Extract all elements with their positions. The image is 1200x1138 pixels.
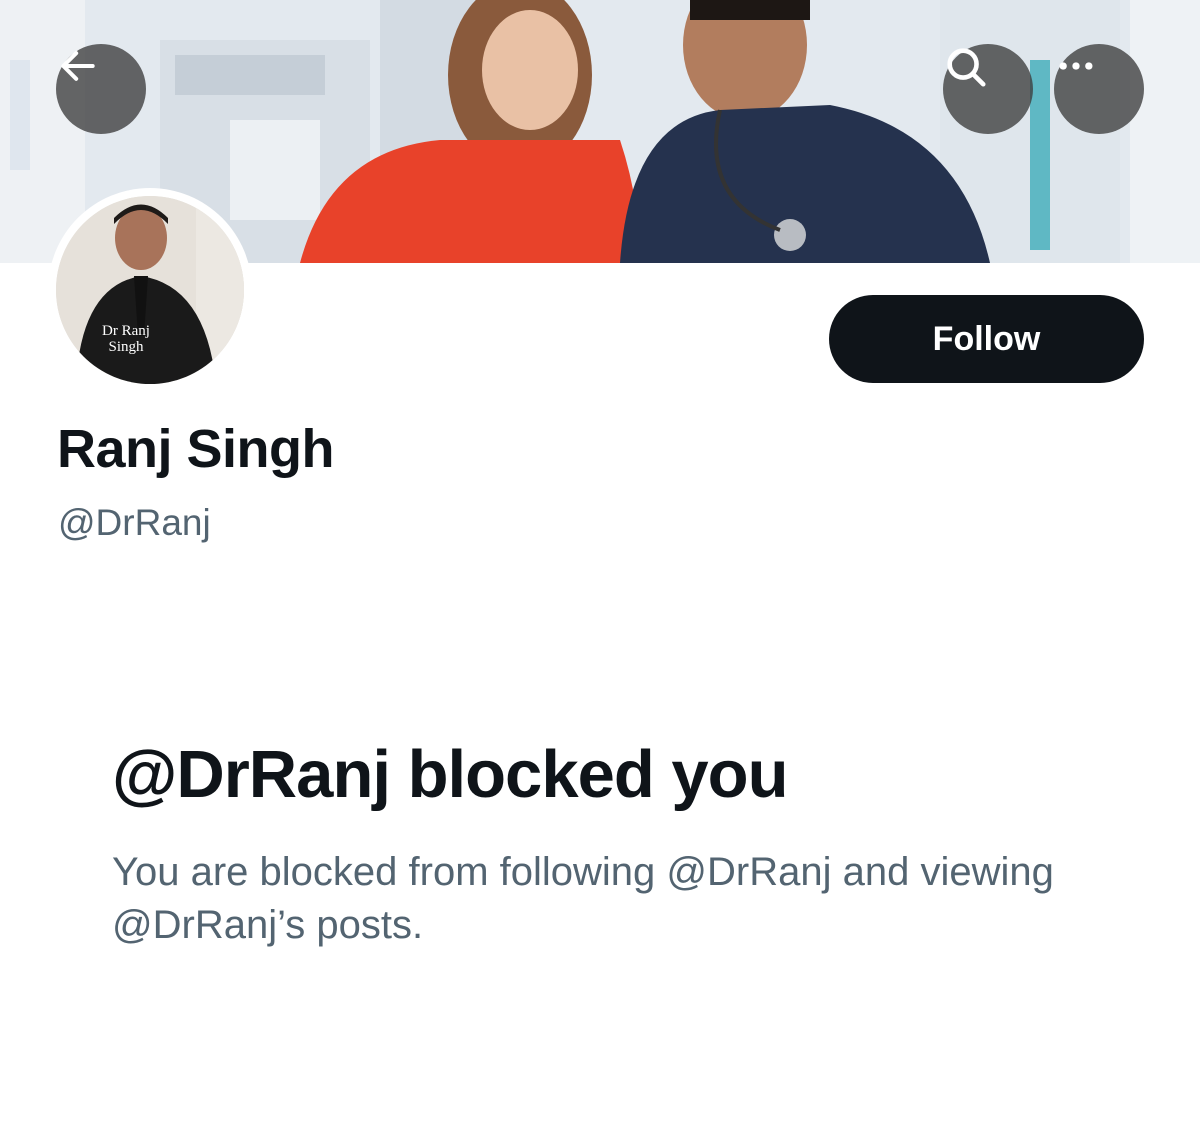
search-button[interactable] <box>943 44 1033 134</box>
more-button[interactable] <box>1054 44 1144 134</box>
avatar-book-title-line1: Dr Ranj <box>102 323 150 339</box>
blocked-description: You are blocked from following @DrRanj a… <box>112 850 1054 947</box>
avatar-book-title-line2: Singh <box>108 339 144 355</box>
more-horizontal-icon <box>1059 62 1093 70</box>
follow-button[interactable]: Follow <box>829 295 1144 383</box>
blocked-title: @DrRanj blocked you <box>112 737 789 812</box>
avatar-photo <box>56 196 244 384</box>
avatar-image: Dr Ranj Singh <box>56 196 244 384</box>
profile-display-name: Ranj Singh <box>57 419 335 479</box>
profile-handle: @DrRanj <box>58 502 211 543</box>
search-icon <box>947 48 986 87</box>
avatar-book-title: Dr Ranj Singh <box>86 323 166 355</box>
back-button[interactable] <box>56 44 146 134</box>
avatar[interactable]: Dr Ranj Singh <box>48 188 252 392</box>
arrow-left-icon <box>61 51 95 81</box>
